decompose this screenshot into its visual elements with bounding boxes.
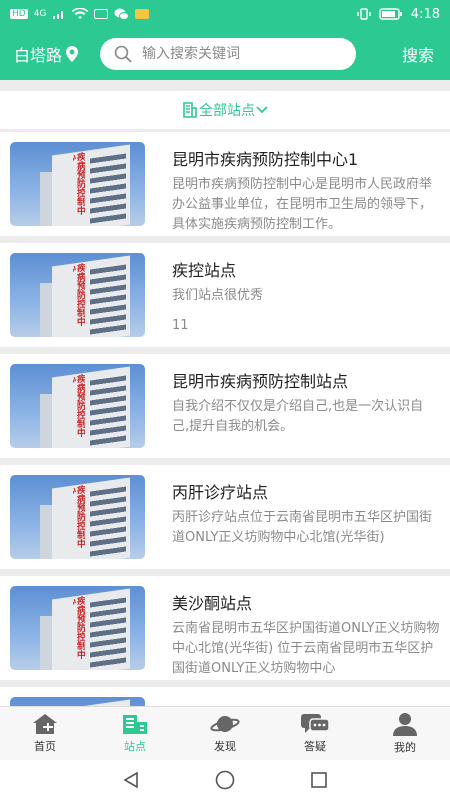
filter-label: 全部站点 bbox=[199, 103, 255, 119]
header: 白塔路 搜索 bbox=[0, 28, 450, 80]
station-item[interactable]: 疾病预防控制中心 昆明市疾病预防控制站点自我介绍不仅仅是介绍自己,也是一次认识自己… bbox=[0, 354, 450, 458]
recents-square-icon bbox=[310, 772, 327, 788]
planet-icon bbox=[210, 716, 240, 732]
station-thumbnail: 疾病预防控制中心 bbox=[10, 475, 145, 559]
home-button[interactable] bbox=[215, 770, 235, 790]
chat-icon bbox=[301, 714, 330, 733]
notification-icon bbox=[94, 9, 109, 19]
tab-mine[interactable]: 我的 bbox=[360, 707, 450, 760]
home-icon bbox=[33, 714, 57, 734]
home-circle-icon bbox=[215, 770, 235, 790]
signal-icon bbox=[53, 11, 64, 19]
back-triangle-icon bbox=[123, 771, 139, 789]
station-title: 昆明市疾病预防控制站点 bbox=[172, 372, 349, 390]
tab-label: 我的 bbox=[394, 741, 416, 754]
network-type: HD bbox=[10, 9, 28, 19]
station-item[interactable]: 疾病预防控制中心 昆明市疾病预防控制中心1 昆明市疾病预防控制中心是昆明市人民政府举… bbox=[0, 132, 450, 236]
status-time: 4:18 bbox=[410, 6, 440, 22]
wechat-icon bbox=[114, 8, 130, 20]
search-box[interactable] bbox=[100, 38, 356, 70]
search-icon bbox=[114, 45, 132, 63]
station-thumbnail: 疾病预防控制中心 bbox=[10, 253, 145, 337]
station-thumbnail: 疾病预防控制中心 bbox=[10, 364, 145, 448]
station-icon bbox=[123, 715, 147, 734]
station-description: 我们站点很优秀 bbox=[172, 288, 264, 303]
station-title: 昆明市疾病预防控制中心1 bbox=[172, 150, 359, 168]
station-item[interactable]: 疾病预防控制中心 丙肝诊疗站点丙肝诊疗站点位于云南省昆明市五华区护国街道ONLY正… bbox=[0, 465, 450, 569]
location-pin-icon bbox=[66, 46, 79, 62]
station-title: 丙肝诊疗站点 bbox=[172, 483, 269, 501]
signal-label: 4G bbox=[33, 9, 47, 19]
vibrate-icon bbox=[357, 8, 371, 20]
station-description: 自我介绍不仅仅是介绍自己,也是一次认识自己,提升自我的机会。 bbox=[172, 399, 424, 434]
location-label: 白塔路 bbox=[14, 46, 63, 65]
status-bar: HD 4G 4:18 bbox=[0, 0, 450, 28]
tab-label: 发现 bbox=[214, 740, 236, 753]
chevron-down-icon bbox=[256, 106, 268, 114]
station-filter-dropdown[interactable]: 全部站点 bbox=[0, 91, 450, 129]
system-nav-bar bbox=[0, 760, 450, 800]
back-button[interactable] bbox=[122, 771, 140, 789]
recents-button[interactable] bbox=[310, 771, 328, 789]
tab-home[interactable]: 首页 bbox=[0, 707, 90, 760]
app-notification-icon bbox=[135, 9, 150, 19]
tab-label: 答疑 bbox=[304, 740, 326, 753]
location-selector[interactable]: 白塔路 bbox=[0, 42, 100, 66]
search-button[interactable]: 搜索 bbox=[402, 42, 434, 66]
station-thumbnail: 疾病预防控制中心 bbox=[10, 586, 145, 670]
station-title: 美沙酮站点 bbox=[172, 594, 253, 612]
building-icon bbox=[183, 102, 197, 118]
tab-station[interactable]: 站点 bbox=[90, 707, 180, 760]
station-thumbnail: 疾病预防控制中心 bbox=[10, 142, 145, 226]
station-item[interactable]: 疾病预防控制中心 疾控站点我们站点很优秀 11 bbox=[0, 243, 450, 347]
station-description: 云南省昆明市五华区护国街道ONLY正义坊购物中心北馆(光华街) 位于云南省昆明市… bbox=[172, 621, 440, 676]
user-icon bbox=[393, 713, 417, 736]
station-item[interactable]: 疾病预防控制中心 美沙酮站点云南省昆明市五华区护国街道ONLY正义坊购物中心北馆(… bbox=[0, 576, 450, 680]
tab-label: 首页 bbox=[34, 740, 56, 753]
station-thumbnail: 疾病预防控制中心 bbox=[10, 697, 145, 706]
station-item[interactable]: 疾病预防控制中心艾滋病站点 bbox=[0, 687, 450, 706]
tab-label: 站点 bbox=[124, 740, 146, 753]
station-extra: 11 bbox=[172, 318, 189, 333]
battery-icon bbox=[379, 8, 402, 20]
tab-qa[interactable]: 答疑 bbox=[270, 707, 360, 760]
tab-discover[interactable]: 发现 bbox=[180, 707, 270, 760]
wifi-icon bbox=[72, 8, 89, 19]
search-input[interactable] bbox=[142, 46, 332, 62]
station-title: 疾控站点 bbox=[172, 261, 237, 279]
station-description: 昆明市疾病预防控制中心是昆明市人民政府举办公益事业单位，在昆明市卫生局的领导下，… bbox=[172, 177, 433, 232]
bottom-tab-bar: 首页 站点 发现 答疑 我的 bbox=[0, 706, 450, 760]
station-description: 丙肝诊疗站点位于云南省昆明市五华区护国街道ONLY正义坊购物中心北馆(光华街) bbox=[172, 510, 433, 545]
station-list: 疾病预防控制中心 昆明市疾病预防控制中心1 昆明市疾病预防控制中心是昆明市人民政府举… bbox=[0, 132, 450, 706]
